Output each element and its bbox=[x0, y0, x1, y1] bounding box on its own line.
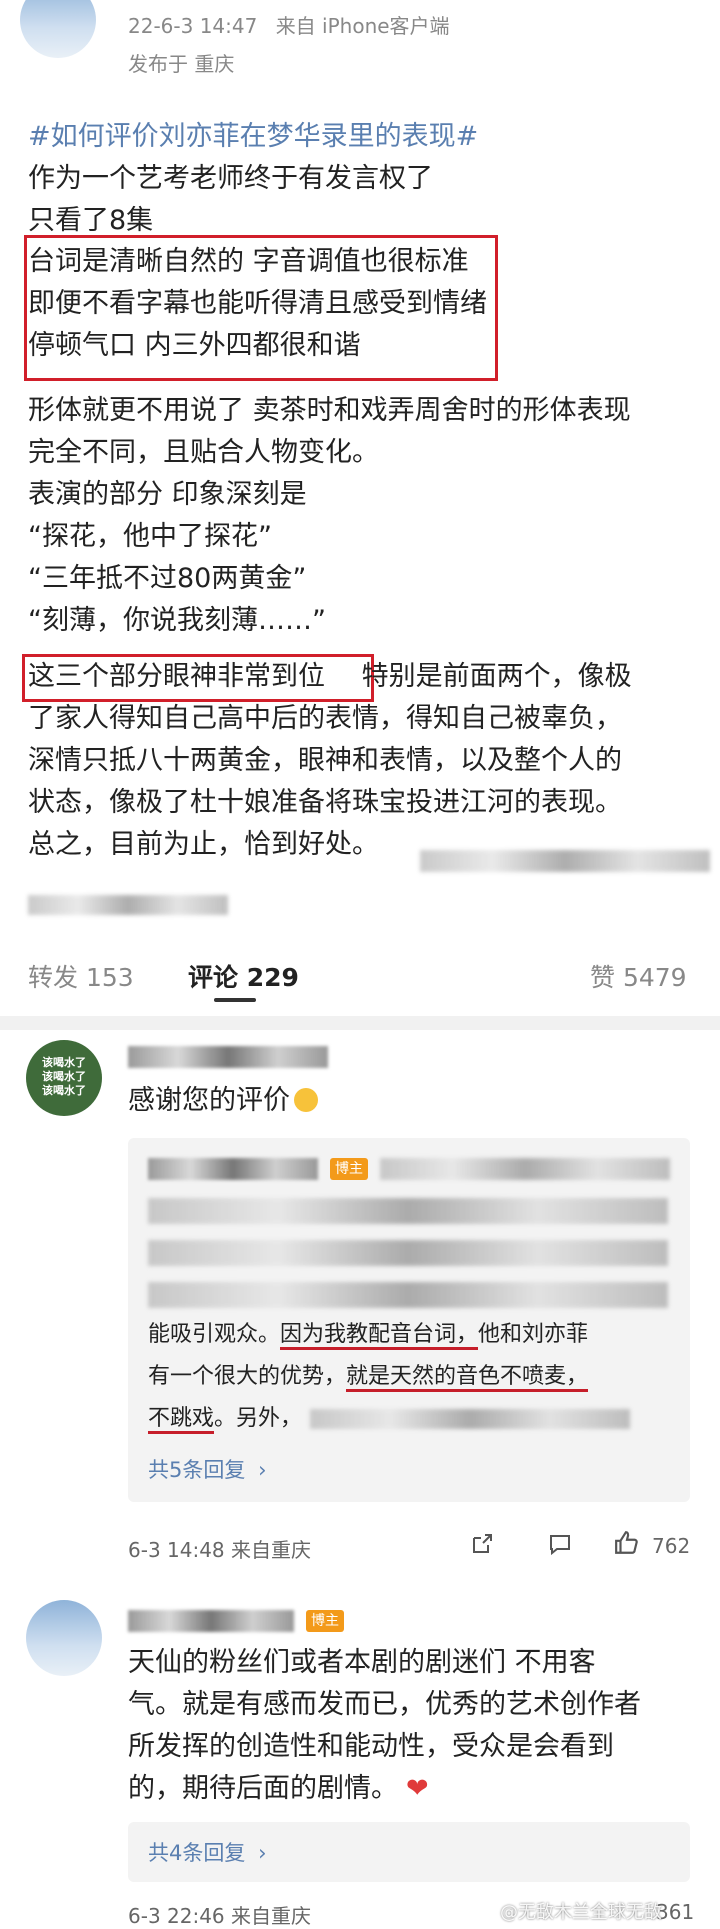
comment-icon[interactable] bbox=[548, 1532, 572, 1556]
comment-date: 6-3 22:46 来自重庆 bbox=[128, 1904, 312, 1928]
comment-text: 天仙的粉丝们或者本剧的剧迷们 不用客 气。就是有感而发而已，优秀的艺术创作者 所… bbox=[128, 1642, 698, 1810]
comment-avatar[interactable]: 该喝水了 该喝水了 该喝水了 bbox=[26, 1040, 102, 1116]
comment-username[interactable] bbox=[128, 1046, 328, 1068]
post-line: 停顿气口 内三外四都很和谐 bbox=[28, 330, 361, 361]
post-line: 台词是清晰自然的 字音调值也很标准 bbox=[28, 246, 469, 277]
avatar-text: 该喝水了 bbox=[42, 1070, 86, 1083]
post-line: 作为一个艺考老师终于有发言权了 bbox=[28, 163, 433, 194]
blogger-badge: 博主 bbox=[306, 1610, 344, 1632]
post-inline-rest: 特别是前面两个，像极 bbox=[361, 661, 632, 692]
comment-line: 天仙的粉丝们或者本剧的剧迷们 不用客 bbox=[128, 1647, 596, 1678]
blurred-text bbox=[380, 1158, 670, 1180]
blurred-text bbox=[148, 1198, 668, 1224]
post-tabs: 转发 153 评论 229 赞 5479 bbox=[0, 950, 720, 1010]
comment-line-text: 的，期待后面的剧情。 bbox=[128, 1773, 398, 1804]
post-line: 了家人得知自己高中后的表情，得知自己被辜负， bbox=[28, 703, 622, 734]
comment-avatar[interactable] bbox=[26, 1600, 102, 1676]
view-replies-label: 共4条回复 bbox=[148, 1841, 246, 1865]
blurred-text bbox=[148, 1240, 668, 1266]
quoted-visible-text: 能吸引观众。因为我教配音台词，他和刘亦菲 有一个很大的优势，就是天然的音色不喷麦… bbox=[148, 1314, 688, 1440]
blurred-text bbox=[28, 895, 228, 915]
quote-text: 有一个很大的优势， bbox=[148, 1364, 347, 1389]
post-line: 表演的部分 印象深刻是 bbox=[28, 479, 307, 510]
post-body-end: 了家人得知自己高中后的表情，得知自己被辜负， 深情只抵八十两黄金，眼神和表情，以… bbox=[28, 698, 718, 866]
post-line: “刻薄，你说我刻薄……” bbox=[28, 605, 326, 636]
post-date-source: 22-6-3 14:47 来自 iPhone客户端 bbox=[128, 10, 450, 39]
post-topic-link[interactable]: #如何评价刘亦菲在梦华录里的表现# bbox=[28, 116, 708, 158]
comment-line: 所发挥的创造性和能动性，受众是会看到 bbox=[128, 1731, 614, 1762]
comment-text: 感谢您的评价 bbox=[128, 1080, 318, 1122]
comment-line: 的，期待后面的剧情。 ❤ bbox=[128, 1768, 698, 1810]
post-line: “三年抵不过80两黄金” bbox=[28, 563, 307, 594]
post-inline-row: 这三个部分眼神非常到位 特别是前面两个，像极 bbox=[28, 656, 718, 698]
post-line: 状态，像极了杜十娘准备将珠宝投进江河的表现。 bbox=[28, 787, 622, 818]
tab-likes[interactable]: 赞 5479 bbox=[590, 958, 687, 994]
comment-text-content: 感谢您的评价 bbox=[128, 1085, 290, 1116]
quote-text: 他和刘亦菲 bbox=[478, 1322, 589, 1347]
quote-underlined-text: 就是天然的音色不喷麦， bbox=[346, 1364, 589, 1392]
chevron-right-icon: › bbox=[258, 1841, 267, 1865]
avatar-text: 该喝水了 bbox=[42, 1056, 86, 1069]
post-line: 形体就更不用说了 卖茶时和戏弄周舍时的形体表现 bbox=[28, 395, 631, 426]
view-replies-link[interactable]: 共4条回复 › bbox=[148, 1837, 266, 1867]
post-body: #如何评价刘亦菲在梦华录里的表现# 作为一个艺考老师终于有发言权了 只看了8集 bbox=[28, 116, 708, 242]
quote-underlined-text: 不跳戏 bbox=[148, 1406, 215, 1434]
post-line: 完全不同，且贴合人物变化。 bbox=[28, 437, 379, 468]
tab-repost[interactable]: 转发 153 bbox=[28, 958, 134, 994]
like-thumb-icon[interactable] bbox=[614, 1530, 640, 1556]
blogger-badge: 博主 bbox=[330, 1158, 368, 1180]
post-line: “探花，他中了探花” bbox=[28, 521, 272, 552]
tab-active-indicator bbox=[214, 998, 256, 1002]
post-boxed-inline: 这三个部分眼神非常到位 bbox=[28, 661, 325, 692]
comment-username[interactable] bbox=[128, 1610, 294, 1632]
post-author-avatar[interactable] bbox=[20, 0, 96, 58]
comment-line: 气。就是有感而发而已，优秀的艺术创作者 bbox=[128, 1689, 641, 1720]
heart-emoji-icon: ❤ bbox=[406, 1773, 429, 1804]
chevron-right-icon: › bbox=[258, 1458, 267, 1482]
quote-text: 能吸引观众。 bbox=[148, 1322, 281, 1347]
quote-text: 。另外， bbox=[214, 1406, 303, 1431]
like-count: 762 bbox=[652, 1534, 691, 1558]
blurred-text bbox=[420, 850, 710, 872]
post-body-mid: 形体就更不用说了 卖茶时和戏弄周舍时的形体表现 完全不同，且贴合人物变化。 表演… bbox=[28, 390, 708, 642]
section-divider bbox=[0, 1016, 720, 1030]
quoted-username[interactable] bbox=[148, 1158, 318, 1180]
tab-comments[interactable]: 评论 229 bbox=[188, 958, 299, 994]
post-line: 深情只抵八十两黄金，眼神和表情，以及整个人的 bbox=[28, 745, 622, 776]
share-icon[interactable] bbox=[470, 1532, 494, 1556]
post-boxed-text: 台词是清晰自然的 字音调值也很标准 即便不看字幕也能听得清且感受到情绪 停顿气口… bbox=[28, 241, 508, 367]
post-location: 发布于 重庆 bbox=[128, 52, 235, 76]
view-replies-link[interactable]: 共5条回复 › bbox=[148, 1454, 266, 1484]
blurred-text bbox=[148, 1282, 668, 1308]
post-date: 22-6-3 14:47 bbox=[128, 14, 258, 38]
blush-emoji-icon bbox=[294, 1088, 318, 1112]
quote-underlined-text: 因为我教配音台词， bbox=[280, 1322, 479, 1350]
post-source: 来自 iPhone客户端 bbox=[275, 14, 450, 38]
comment-date: 6-3 14:48 来自重庆 bbox=[128, 1538, 312, 1562]
post-line: 即便不看字幕也能听得清且感受到情绪 bbox=[28, 288, 487, 319]
watermark: @无敌木兰全球无敌 bbox=[500, 1902, 662, 1923]
view-replies-label: 共5条回复 bbox=[148, 1458, 246, 1482]
avatar-text: 该喝水了 bbox=[42, 1084, 86, 1097]
